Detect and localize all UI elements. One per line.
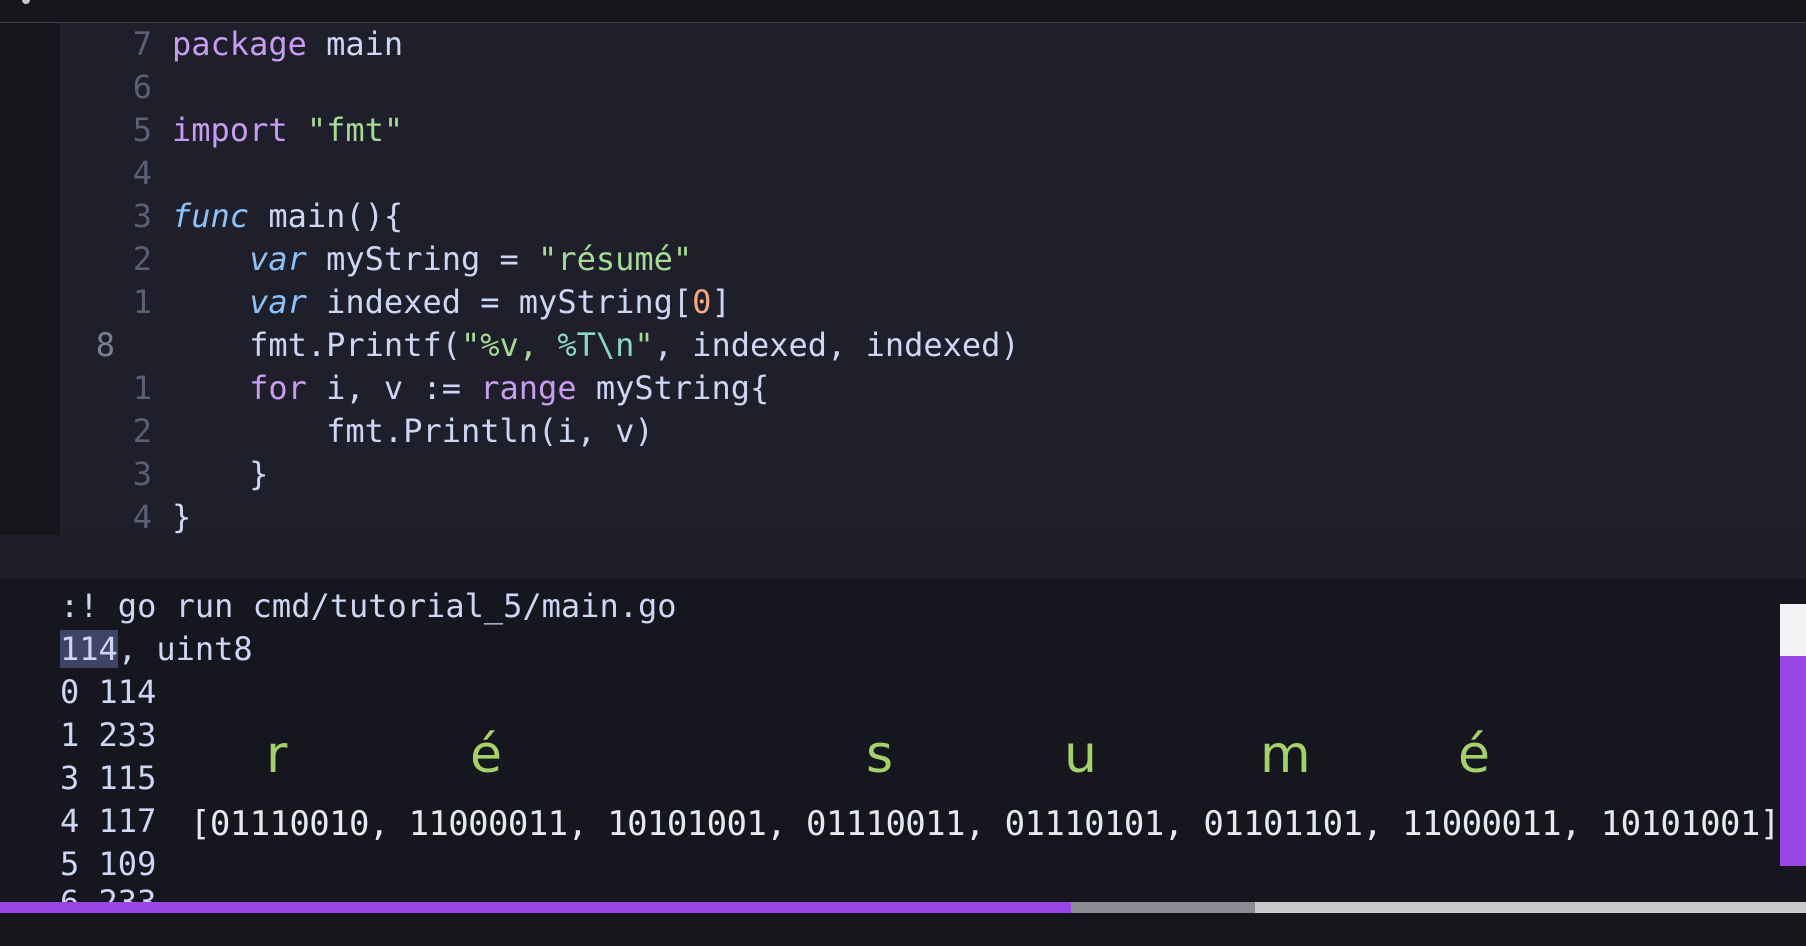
code-token: import [172,111,288,149]
code-text: var myString = "résumé" [172,238,692,281]
overlay-letter: m [1260,725,1311,785]
selected-value[interactable]: 114 [60,630,118,668]
code-line[interactable]: 1 var indexed = myString[0] [60,281,1806,324]
code-line[interactable]: 2 fmt.Println(i, v) [60,410,1806,453]
code-token: "%v, [460,326,558,364]
code-line[interactable]: 5 import "fmt" [60,109,1806,152]
line-number: 6 [132,68,152,106]
code-token: "résumé" [538,240,693,278]
line-number: 1 [132,369,152,407]
line-number: 7 [132,25,152,63]
code-line[interactable]: 4} [60,496,1806,539]
overlay-letter: é [1458,725,1490,785]
code-line[interactable]: 2 var myString = "résumé" [60,238,1806,281]
code-token: 0 [692,283,712,321]
overlay-byte-array: [01110010, 11000011, 10101001, 01110011,… [190,804,1780,844]
code-text: fmt.Println(i, v) [172,410,654,453]
line-number: 8 [95,326,115,364]
code-text: var indexed = myString[0] [172,281,731,324]
code-text: } [172,453,268,496]
result-type: , uint8 [117,630,253,668]
code-text: for i, v := range myString{ [172,367,769,410]
code-token: func [172,197,250,235]
output-row: 3 115 [60,759,157,797]
status-line [0,535,1806,579]
code-line[interactable]: 3 func main(){ [60,195,1806,238]
code-token: myString = [306,240,539,278]
code-token: myString{ [576,369,770,407]
code-token: main(){ [249,197,404,235]
code-token: for [249,369,307,407]
line-number: 5 [132,111,152,149]
output-row: 4 117 [60,802,157,840]
code-editor[interactable]: 7 package main 6 5 import "fmt" 4 3 func main()… [60,23,1806,536]
code-token: var [249,240,307,278]
left-sign-column [0,23,60,535]
line-number: 4 [132,498,152,536]
code-token: indexed = myString[ [306,283,693,321]
overlay-letter: s [866,725,894,785]
code-line[interactable]: 3 } [60,453,1806,496]
code-line[interactable]: 1 for i, v := range myString{ [60,367,1806,410]
code-token: " [634,326,654,364]
side-scroll-track[interactable] [1780,656,1806,866]
line-number: 2 [132,412,152,450]
line-number: 3 [132,197,152,235]
code-text: package main [172,23,403,66]
side-scroll-thumb[interactable] [1780,604,1806,656]
code-token: %T\n [557,326,635,364]
output-row-partial: 6 233 [60,884,156,902]
terminal-result-line: 114, uint8 [60,628,253,671]
code-token: "fmt" [306,111,404,149]
code-token: fmt.Println(i, v) [172,412,654,450]
code-token: range [480,369,577,407]
overlay-letter: u [1064,725,1097,785]
video-played-bar [0,902,1071,913]
code-text: func main(){ [172,195,403,238]
line-number: 1 [132,283,152,321]
code-token: fmt.Printf( [172,326,461,364]
code-line[interactable]: 8 fmt.Printf("%v, %T\n", indexed, indexe… [60,324,1806,367]
code-text: } [172,496,191,539]
window-top-bar [0,0,1806,23]
video-progress-bar[interactable] [0,902,1806,913]
code-line[interactable]: 4 [60,152,1806,195]
code-line[interactable]: 7 package main [60,23,1806,66]
terminal-command: :! go run cmd/tutorial_5/main.go [60,587,677,625]
overlay-letter: r [266,725,288,785]
code-token: } [172,498,192,536]
output-row: 0 114 [60,673,157,711]
code-token: ] [711,283,731,321]
window-indicator-icon [22,0,30,4]
line-number: 2 [132,240,152,278]
code-token: i, v := [306,369,481,407]
code-token: main [306,25,404,63]
code-token: var [249,283,307,321]
code-token: } [172,455,269,493]
overlay-letter: é [470,725,502,785]
code-token: , indexed, indexed) [653,326,1020,364]
code-token: package [172,25,307,63]
output-row: 1 233 [60,716,157,754]
code-text: fmt.Printf("%v, %T\n", indexed, indexed) [172,324,1020,367]
line-number: 3 [132,455,152,493]
bottom-bar [0,913,1806,946]
code-text: import "fmt" [172,109,403,152]
output-row: 5 109 [60,845,157,883]
code-line[interactable]: 6 [60,66,1806,109]
line-number: 4 [132,154,152,192]
